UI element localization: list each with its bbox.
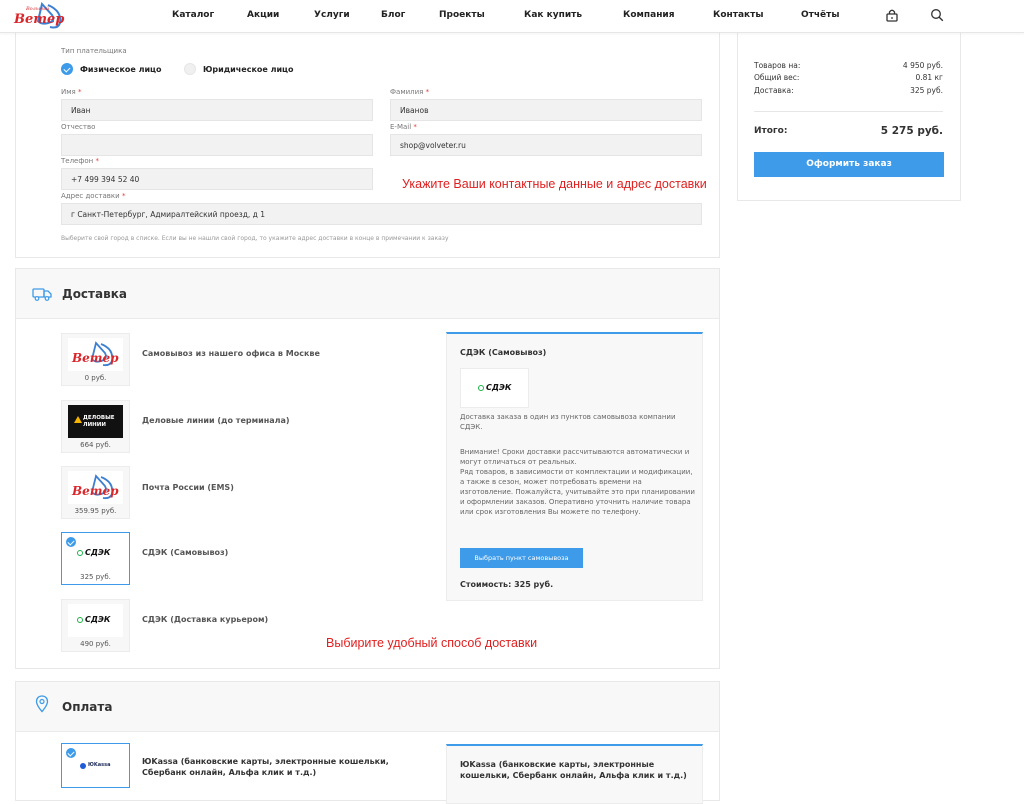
payment-option-yookassa[interactable]: ЮKassa	[61, 743, 130, 788]
selected-check-icon	[66, 748, 76, 758]
delivery-option-name[interactable]: Почта России (EMS)	[142, 483, 234, 492]
weight-value: 0.81 кг	[915, 73, 943, 82]
volnyi-veter-logo: Вeтер	[68, 471, 123, 504]
place-order-button[interactable]: Оформить заказ	[754, 152, 944, 177]
delivery-title: Доставка	[62, 287, 127, 301]
delivery-cost-value: 325 руб.	[910, 86, 943, 95]
delivery-option-name[interactable]: Самовывоз из нашего офиса в Москве	[142, 349, 320, 358]
delivery-detail-note: Ряд товаров, в зависимости от комплектац…	[460, 468, 695, 516]
delivery-price: 325 руб.	[80, 573, 111, 581]
cdek-text: СДЭК	[486, 383, 512, 392]
payment-title: Оплата	[62, 700, 113, 714]
payment-detail-box: ЮKassa (банковские карты, электронные ко…	[446, 744, 703, 804]
address-input[interactable]: г Санкт-Петербург, Адмиралтейский проезд…	[61, 203, 702, 225]
delivery-option-cdek-courier[interactable]: СДЭК 490 руб.	[61, 599, 130, 652]
nav-blog[interactable]: Блог	[381, 10, 405, 20]
address-label: Адрес доставки *	[61, 192, 126, 200]
delivery-option-cdek-pickup[interactable]: СДЭК 325 руб.	[61, 532, 130, 585]
delivery-detail-warning: Внимание! Сроки доставки рассчитываются …	[460, 448, 690, 466]
summary-divider	[754, 111, 943, 112]
delivery-option-pickup-office[interactable]: Вeтер 0 руб.	[61, 333, 130, 386]
first-name-input[interactable]: Иван	[61, 99, 373, 121]
delivery-price: 490 руб.	[80, 640, 111, 648]
phone-label: Телефон *	[61, 157, 99, 165]
cdek-logo: СДЭК	[68, 604, 123, 637]
delivery-option-delovye-linii[interactable]: ДЕЛОВЫЕ ЛИНИИ 664 руб.	[61, 400, 130, 453]
truck-icon	[32, 288, 52, 301]
yookassa-logo: ЮKassa	[68, 750, 123, 780]
yookassa-text: ЮKassa	[88, 762, 111, 768]
payment-panel-header	[16, 682, 719, 732]
delivery-cost-label: Доставка:	[754, 86, 794, 95]
svg-text:Вeтер: Вeтер	[13, 12, 64, 27]
selected-check-icon	[66, 537, 76, 547]
delivery-option-name[interactable]: СДЭК (Самовывоз)	[142, 548, 228, 557]
delivery-price: 0 руб.	[84, 374, 107, 382]
delivery-price: 664 руб.	[80, 441, 111, 449]
delovye-linii-logo: ДЕЛОВЫЕ ЛИНИИ	[68, 405, 123, 438]
email-label: E-Mail *	[390, 123, 417, 131]
payment-detail-title: ЮKassa (банковские карты, электронные ко…	[460, 760, 687, 780]
lock-icon[interactable]	[885, 8, 899, 22]
patronymic-input[interactable]	[61, 134, 373, 156]
search-icon[interactable]	[930, 8, 944, 22]
yookassa-mark	[80, 763, 86, 769]
total-label: Итого:	[754, 126, 788, 136]
total-value: 5 275 руб.	[880, 125, 943, 137]
nav-how-to-buy[interactable]: Как купить	[524, 10, 582, 20]
cdek-logo: СДЭК	[68, 537, 123, 570]
location-pin-icon	[35, 695, 49, 713]
last-name-input[interactable]: Иванов	[390, 99, 702, 121]
delovye-linii-text: ДЕЛОВЫЕ ЛИНИИ	[83, 415, 115, 428]
payer-type-label: Тип плательщика	[61, 47, 127, 55]
patronymic-label: Отчество	[61, 123, 96, 131]
nav-catalog[interactable]: Каталог	[172, 10, 214, 20]
first-name-label: Имя *	[61, 88, 82, 96]
top-navbar: Вeтер Вольный Каталог Акции Услуги Блог …	[0, 0, 1024, 33]
delivery-option-name[interactable]: Деловые линии (до терминала)	[142, 416, 290, 425]
svg-text:Вольный: Вольный	[25, 6, 49, 12]
nav-promotions[interactable]: Акции	[247, 10, 279, 20]
delivery-detail-title: СДЭК (Самовывоз)	[460, 348, 547, 357]
cdek-mark	[77, 617, 83, 623]
cdek-text: СДЭК	[85, 548, 111, 557]
goods-value: 4 950 руб.	[902, 61, 943, 70]
delivery-detail-box: СДЭК (Самовывоз) СДЭК Доставка заказа в …	[446, 332, 703, 601]
last-name-label: Фамилия *	[390, 88, 430, 96]
volnyi-veter-logo: Вeтер	[68, 338, 123, 371]
delivery-cost: Стоимость: 325 руб.	[460, 580, 554, 589]
nav-projects[interactable]: Проекты	[439, 10, 485, 20]
site-logo[interactable]: Вeтер Вольный	[12, 1, 70, 31]
delovye-linii-mark	[74, 416, 82, 423]
nav-services[interactable]: Услуги	[314, 10, 350, 20]
delivery-detail-desc: Доставка заказа в один из пунктов самовы…	[460, 413, 676, 431]
nav-reports[interactable]: Отчёты	[801, 10, 840, 20]
payer-legal-radio[interactable]	[184, 63, 196, 75]
svg-text:Вeтер: Вeтер	[71, 484, 119, 498]
payer-legal-label[interactable]: Юридическое лицо	[203, 65, 293, 74]
nav-contacts[interactable]: Контакты	[713, 10, 764, 20]
payment-option-name[interactable]: ЮKassa (банковские карты, электронные ко…	[142, 756, 432, 778]
delivery-option-name[interactable]: СДЭК (Доставка курьером)	[142, 615, 268, 624]
payer-individual-label[interactable]: Физическое лицо	[80, 65, 161, 74]
phone-input[interactable]: +7 499 394 52 40	[61, 168, 373, 190]
weight-label: Общий вес:	[754, 73, 800, 82]
cdek-mark	[77, 550, 83, 556]
delivery-price: 359.95 руб.	[74, 507, 117, 515]
cdek-mark	[478, 385, 484, 391]
goods-label: Товаров на:	[754, 61, 801, 70]
cdek-logo: СДЭК	[460, 368, 529, 408]
contact-annotation: Укажите Ваши контактные данные и адрес д…	[402, 177, 707, 191]
delivery-annotation: Выбирите удобный способ доставки	[326, 636, 538, 650]
cdek-text: СДЭК	[85, 615, 111, 624]
svg-text:Вeтер: Вeтер	[71, 351, 119, 365]
payer-individual-radio[interactable]	[61, 63, 73, 75]
choose-pickup-point-button[interactable]: Выбрать пункт самовывоза	[460, 548, 583, 568]
nav-company[interactable]: Компания	[623, 10, 675, 20]
delivery-option-russian-post[interactable]: Вeтер 359.95 руб.	[61, 466, 130, 519]
address-hint: Выберите свой город в списке. Если вы не…	[61, 235, 449, 242]
email-input[interactable]: shop@volveter.ru	[390, 134, 702, 156]
